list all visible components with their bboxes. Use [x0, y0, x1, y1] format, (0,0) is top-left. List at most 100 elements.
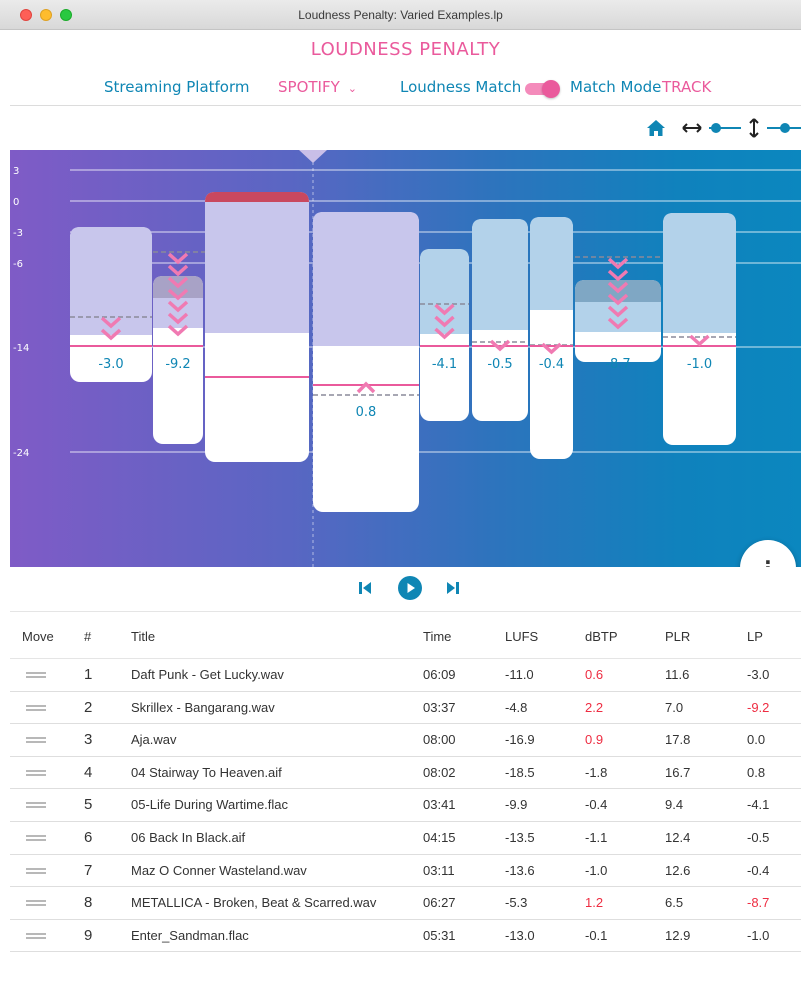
- drag-handle-icon[interactable]: [26, 802, 46, 809]
- match-mode-label: Match Mode: [570, 78, 662, 96]
- penalty-chevron: [607, 269, 629, 282]
- track-dbtp: -1.1: [585, 829, 608, 845]
- penalty-value-label: -8.7: [605, 357, 630, 372]
- track-loudness-range: [530, 217, 573, 310]
- horizontal-zoom-slider[interactable]: [707, 121, 743, 135]
- drag-handle-icon[interactable]: [26, 834, 46, 841]
- track-title: Maz O Conner Wasteland.wav: [131, 862, 307, 878]
- drag-handle-icon[interactable]: [26, 900, 46, 907]
- track-loudness-range: [205, 192, 309, 333]
- penalty-value-label: -1.0: [687, 357, 712, 372]
- platform-select[interactable]: SPOTIFY ⌄: [278, 78, 357, 96]
- table-row[interactable]: 2 Skrillex - Bangarang.wav 03:37 -4.8 2.2 7.0…: [10, 692, 801, 725]
- track-number: 5: [84, 796, 93, 814]
- zoom-toolbar: [10, 107, 801, 150]
- col-number[interactable]: #: [84, 629, 91, 644]
- track-dbtp: 0.6: [585, 667, 604, 682]
- drag-handle-icon[interactable]: [26, 672, 46, 678]
- track-plr: 9.4: [665, 797, 684, 813]
- play-button[interactable]: [398, 576, 422, 600]
- table-row[interactable]: 7 Maz O Conner Wasteland.wav 03:11 -13.6 -1.…: [10, 855, 801, 888]
- chevron-down-icon: ⌄: [347, 82, 357, 95]
- track-dbtp: -0.1: [585, 927, 608, 943]
- skip-next-button[interactable]: [445, 581, 461, 595]
- penalty-value-label: -0.5: [487, 357, 512, 372]
- track-lufs: -11.0: [505, 667, 534, 682]
- track-plr: 12.6: [665, 862, 691, 878]
- track-plr: 12.4: [665, 829, 691, 845]
- table-body: 1 Daft Punk - Get Lucky.wav 06:09 -11.0 0.6 1…: [10, 659, 801, 953]
- track-lp: -0.5: [747, 829, 770, 845]
- track-clip-indicator: [205, 192, 309, 202]
- skip-previous-button[interactable]: [357, 581, 373, 595]
- drag-handle-icon[interactable]: [26, 704, 46, 711]
- track-dbtp: 2.2: [585, 699, 604, 715]
- track-lufs: -13.5: [505, 829, 535, 845]
- window-titlebar: Loudness Penalty: Varied Examples.lp: [0, 0, 801, 30]
- vertical-zoom-slider[interactable]: [765, 121, 801, 135]
- col-lufs[interactable]: LUFS: [505, 629, 538, 644]
- table-row[interactable]: 8 METALLICA - Broken, Beat & Scarred.wav 0…: [10, 887, 801, 920]
- col-lp[interactable]: LP: [747, 629, 763, 644]
- toggle-knob: [542, 80, 560, 98]
- track-lufs: -5.3: [505, 895, 528, 911]
- track-time: 05:31: [423, 927, 456, 943]
- table-row[interactable]: 5 05-Life During Wartime.flac 03:41 -9.9 -0.…: [10, 789, 801, 822]
- track-loudness-range: [663, 213, 736, 333]
- window-title: Loudness Penalty: Varied Examples.lp: [298, 8, 503, 22]
- track-time: 06:09: [423, 667, 456, 682]
- table-row[interactable]: 9 Enter_Sandman.flac 05:31 -13.0 -0.1 12.9 -1.…: [10, 920, 801, 953]
- drag-handle-icon[interactable]: [26, 769, 46, 776]
- track-dbtp: -0.4: [585, 797, 608, 813]
- track-time: 04:15: [423, 829, 456, 845]
- loudness-match-toggle[interactable]: [525, 80, 561, 98]
- track-lufs: -13.6: [505, 862, 535, 878]
- penalty-value-label: -4.1: [432, 357, 457, 372]
- platform-select-value: SPOTIFY: [278, 78, 340, 96]
- track-lp: -3.0: [747, 667, 770, 682]
- track-plr: 17.8: [665, 732, 691, 748]
- table-row[interactable]: 4 04 Stairway To Heaven.aif 08:02 -18.5 -1.8…: [10, 757, 801, 790]
- track-time: 08:00: [423, 732, 456, 748]
- table-row[interactable]: 6 06 Back In Black.aif 04:15 -13.5 -1.1 12.4 -…: [10, 822, 801, 855]
- track-plr: 11.6: [665, 667, 690, 682]
- home-icon[interactable]: [646, 119, 666, 137]
- track-loudness-range: [472, 219, 528, 330]
- track-title: Aja.wav: [131, 732, 177, 748]
- match-mode-value[interactable]: TRACK: [662, 78, 711, 96]
- penalty-chevron: [167, 252, 189, 265]
- drag-handle-icon[interactable]: [26, 932, 46, 939]
- penalty-chevron: [167, 264, 189, 277]
- track-number: 6: [84, 828, 93, 846]
- table-row[interactable]: 1 Daft Punk - Get Lucky.wav 06:09 -11.0 0.6 1…: [10, 659, 801, 692]
- track-title: 06 Back In Black.aif: [131, 829, 246, 845]
- loudness-match-label: Loudness Match: [400, 78, 522, 96]
- col-time[interactable]: Time: [423, 629, 451, 644]
- col-title[interactable]: Title: [131, 629, 155, 644]
- track-number: 7: [84, 861, 93, 879]
- skip-next-icon: [447, 582, 459, 594]
- loudness-chart[interactable]: 3 0 -3 -6 -14 -24 -3.0 -9.2 0.8 -4.1 -0.5 -0.4 -8.7 -…: [10, 150, 801, 567]
- table-row[interactable]: 3 Aja.wav 08:00 -16.9 0.9 17.8 0.0: [10, 724, 801, 757]
- track-lufs: -16.9: [505, 732, 535, 748]
- col-plr[interactable]: PLR: [665, 629, 690, 644]
- penalty-value-label: -0.4: [539, 357, 564, 372]
- table-header: Move # Title Time LUFS dBTP PLR LP: [10, 611, 801, 659]
- track-time: 08:02: [423, 764, 456, 780]
- track-lufs: -13.0: [505, 927, 535, 943]
- track-title: Enter_Sandman.flac: [131, 927, 249, 943]
- drag-handle-icon[interactable]: [26, 737, 46, 744]
- y-tick-label: 0: [13, 197, 19, 208]
- col-dbtp[interactable]: dBTP: [585, 629, 618, 644]
- track-time: 03:41: [423, 797, 456, 813]
- penalty-value-label: -3.0: [98, 357, 123, 372]
- track-plr: 7.0: [665, 699, 684, 715]
- app-title: LOUDNESS PENALTY: [310, 39, 501, 60]
- track-number: 9: [84, 926, 93, 944]
- track-title: Daft Punk - Get Lucky.wav: [131, 667, 284, 682]
- drag-handle-icon[interactable]: [26, 867, 46, 874]
- playhead-marker: [299, 150, 327, 163]
- track-lufs: -4.8: [505, 699, 528, 715]
- track-plr: 12.9: [665, 927, 691, 943]
- col-move[interactable]: Move: [22, 629, 54, 644]
